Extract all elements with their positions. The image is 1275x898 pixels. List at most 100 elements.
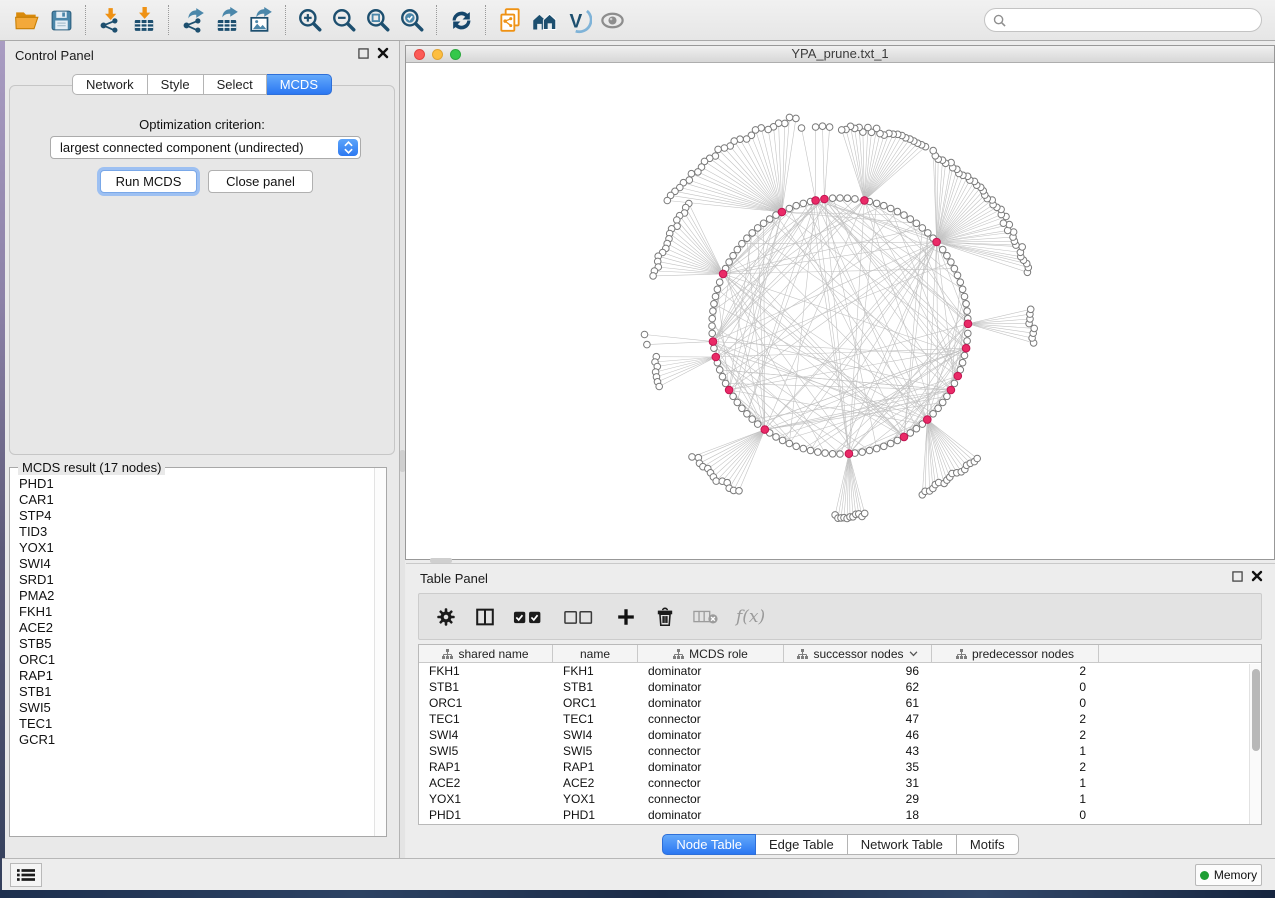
mcds-result-item[interactable]: TID3 [19,524,373,540]
table-row[interactable]: SWI5SWI5connector431 [419,743,1261,759]
result-scrollbar[interactable] [374,468,386,836]
mcds-result-item[interactable]: RAP1 [19,668,373,684]
apply-layout-refresh-icon[interactable] [444,3,478,37]
import-table-icon[interactable] [127,3,161,37]
memory-button[interactable]: Memory [1195,864,1262,886]
table-row[interactable]: RAP1RAP1dominator352 [419,759,1261,775]
column-header[interactable]: shared name [419,645,553,663]
memory-status-icon [1200,871,1209,880]
mcds-result-list[interactable]: PHD1CAR1STP4TID3YOX1SWI4SRD1PMA2FKH1ACE2… [10,474,373,834]
column-layout-icon[interactable] [474,606,496,628]
tab-edge-table[interactable]: Edge Table [756,834,848,855]
control-panel-header: Control Panel [5,41,399,67]
tree-icon [956,649,967,660]
mcds-result-item[interactable]: STB1 [19,684,373,700]
show-panels-houses-icon[interactable] [527,3,561,37]
close-panel-button[interactable]: Close panel [208,170,313,193]
tab-network-table[interactable]: Network Table [848,834,957,855]
horizontal-splitter-handle[interactable] [430,558,452,563]
table-scrollbar[interactable] [1249,664,1261,824]
column-settings-gear-icon[interactable] [435,606,457,628]
network-canvas[interactable] [406,63,1274,559]
tab-select[interactable]: Select [204,74,267,95]
mcds-result-item[interactable]: PHD1 [19,476,373,492]
table-cell: connector [638,711,784,727]
save-session-icon[interactable] [44,3,78,37]
vizmapper-icon[interactable]: V [561,3,595,37]
table-toolbar: f(x) [418,593,1262,640]
search-input[interactable] [984,8,1262,32]
table-cell: RAP1 [419,759,553,775]
table-row[interactable]: SWI4SWI4dominator462 [419,727,1261,743]
toolbar-separator [436,5,437,35]
add-row-plus-icon[interactable] [615,606,637,628]
mcds-result-item[interactable]: SWI4 [19,556,373,572]
tab-motifs[interactable]: Motifs [957,834,1019,855]
mcds-result-item[interactable]: SRD1 [19,572,373,588]
select-all-checkboxes-icon[interactable] [513,608,547,626]
zoom-fit-icon[interactable] [361,3,395,37]
close-panel-icon[interactable] [377,47,389,59]
table-scrollbar-thumb[interactable] [1252,669,1260,751]
sort-chevron-icon[interactable] [909,651,918,657]
mcds-result-box: MCDS result (17 nodes) PHD1CAR1STP4TID3Y… [9,467,387,837]
table-cell: 96 [784,663,932,679]
window-close-icon[interactable] [414,49,425,60]
graphics-details-eye-icon[interactable] [595,3,629,37]
zoom-selected-icon[interactable] [395,3,429,37]
clone-network-icon[interactable] [493,3,527,37]
close-panel-icon[interactable] [1251,570,1263,582]
tab-network[interactable]: Network [72,74,148,95]
mcds-result-item[interactable]: YOX1 [19,540,373,556]
mcds-result-item[interactable]: GCR1 [19,732,373,748]
tab-node-table[interactable]: Node Table [662,834,756,855]
table-row[interactable]: ORC1ORC1dominator610 [419,695,1261,711]
mcds-result-item[interactable]: SWI5 [19,700,373,716]
table-row[interactable]: ACE2ACE2connector311 [419,775,1261,791]
mcds-result-item[interactable]: FKH1 [19,604,373,620]
table-row[interactable]: TEC1TEC1connector472 [419,711,1261,727]
export-image-icon[interactable] [244,3,278,37]
criterion-dropdown[interactable]: largest connected component (undirected) [50,136,361,159]
mcds-result-item[interactable]: STP4 [19,508,373,524]
table-cell: connector [638,775,784,791]
run-mcds-button[interactable]: Run MCDS [100,170,197,193]
column-header[interactable]: successor nodes [784,645,932,663]
export-network-icon[interactable] [176,3,210,37]
window-maximize-icon[interactable] [450,49,461,60]
network-view-window: YPA_prune.txt_1 [405,45,1275,560]
network-window-titlebar[interactable]: YPA_prune.txt_1 [406,46,1274,63]
mcds-result-item[interactable]: CAR1 [19,492,373,508]
mcds-result-item[interactable]: ACE2 [19,620,373,636]
zoom-in-icon[interactable] [293,3,327,37]
tree-icon [797,649,808,660]
open-session-icon[interactable] [10,3,44,37]
table-row[interactable]: PHD1PHD1dominator180 [419,807,1261,823]
deselect-all-checkboxes-icon[interactable] [564,608,598,626]
import-network-icon[interactable] [93,3,127,37]
zoom-out-icon[interactable] [327,3,361,37]
tab-mcds[interactable]: MCDS [267,74,332,95]
task-history-button[interactable] [10,863,42,887]
delete-rows-trash-icon[interactable] [654,606,676,628]
tab-style[interactable]: Style [148,74,204,95]
float-panel-icon[interactable] [1232,571,1243,582]
table-cell: SWI5 [553,743,638,759]
column-header[interactable]: MCDS role [638,645,784,663]
table-panel-title: Table Panel [420,571,488,586]
mcds-result-item[interactable]: ORC1 [19,652,373,668]
table-panel-header: Table Panel [406,564,1275,590]
table-cell: 18 [784,807,932,823]
column-header[interactable]: predecessor nodes [932,645,1099,663]
table-row[interactable]: YOX1YOX1connector291 [419,791,1261,807]
export-table-icon[interactable] [210,3,244,37]
window-minimize-icon[interactable] [432,49,443,60]
table-row[interactable]: STB1STB1dominator620 [419,679,1261,695]
column-header[interactable]: name [553,645,638,663]
dropdown-stepper-icon [338,139,358,156]
table-row[interactable]: FKH1FKH1dominator962 [419,663,1261,679]
mcds-result-item[interactable]: STB5 [19,636,373,652]
mcds-result-item[interactable]: TEC1 [19,716,373,732]
mcds-result-item[interactable]: PMA2 [19,588,373,604]
float-panel-icon[interactable] [358,48,369,59]
